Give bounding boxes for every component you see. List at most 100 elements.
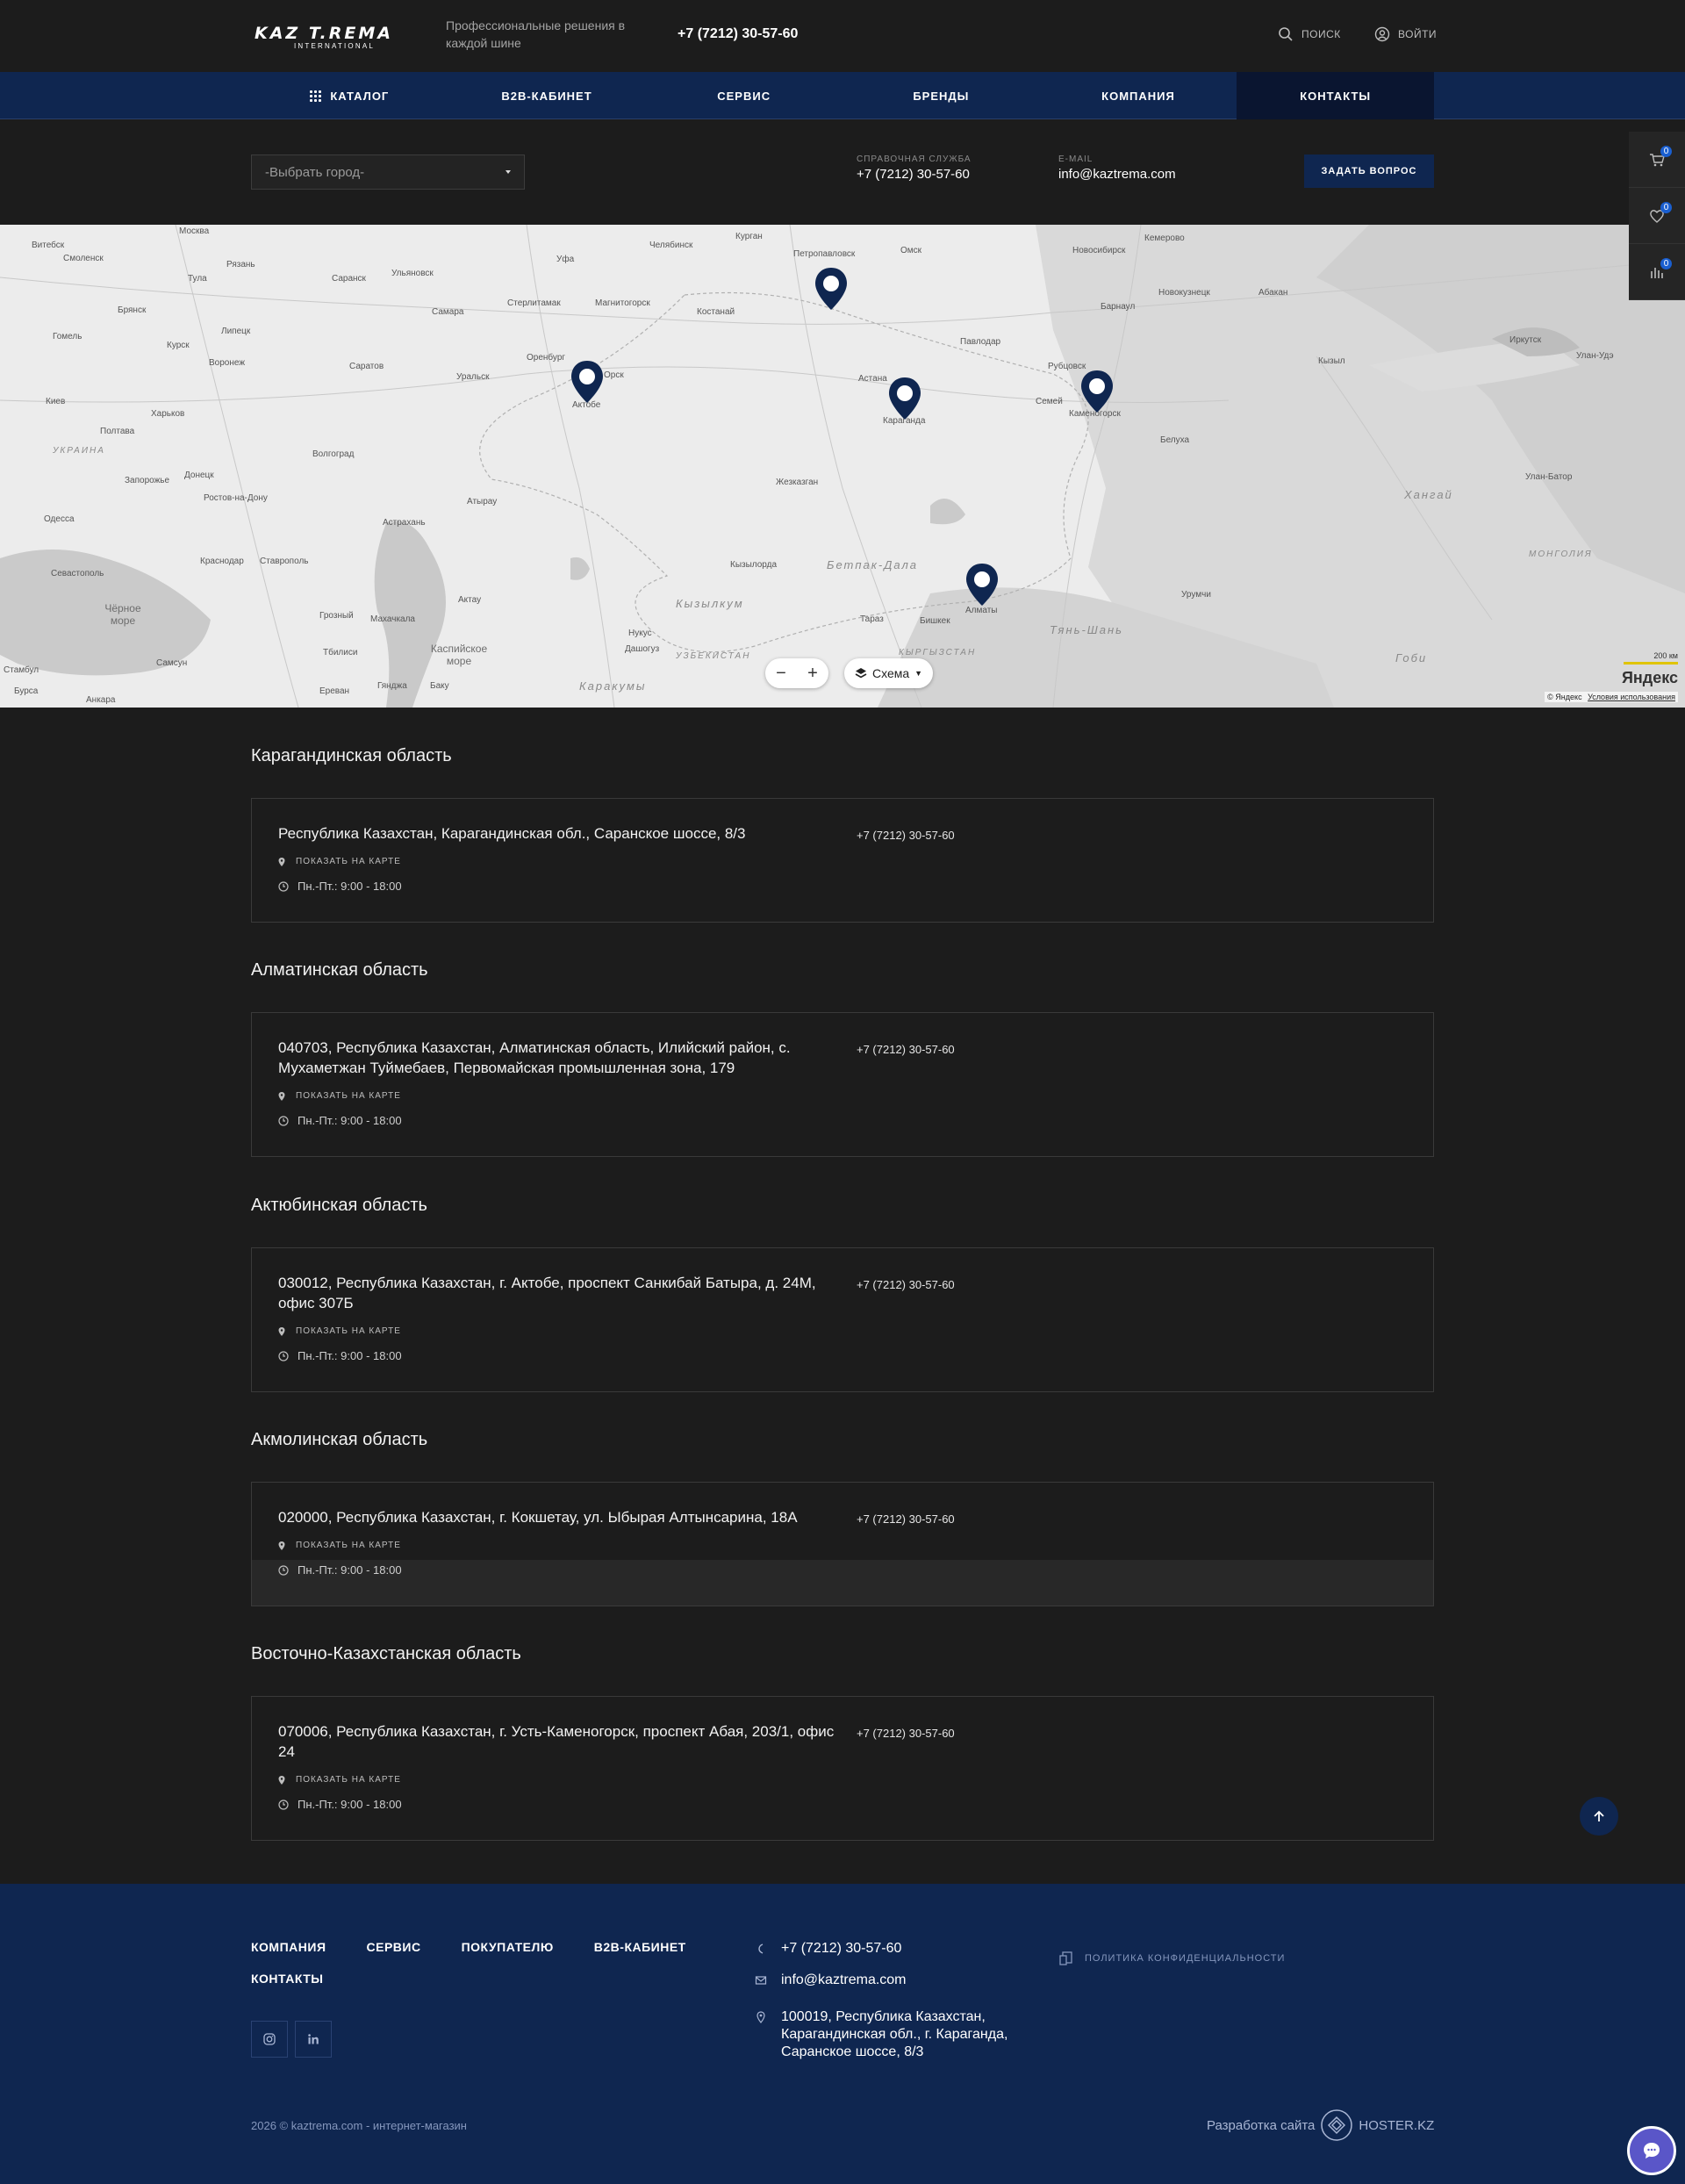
map-city-label: Новокузнецк	[1158, 288, 1210, 298]
scroll-to-top-button[interactable]	[1580, 1797, 1618, 1836]
map-layer-button[interactable]: Схема ▼	[844, 658, 934, 688]
map-city-label: Новосибирск	[1072, 246, 1126, 255]
show-on-map-link[interactable]: ПОКАЗАТЬ НА КАРТЕ	[278, 1775, 401, 1785]
login-button[interactable]: войти	[1374, 26, 1437, 42]
map-pin-aktobe[interactable]	[569, 359, 606, 405]
location-address: 070006, Республика Казахстан, г. Усть-Ка…	[278, 1723, 835, 1760]
show-on-map-link[interactable]: ПОКАЗАТЬ НА КАРТЕ	[278, 1541, 401, 1550]
map-city-label: Бишкек	[920, 616, 950, 626]
map-city-label: Ульяновск	[391, 269, 434, 278]
map-pin-karaganda[interactable]	[886, 376, 923, 421]
nav-item-service[interactable]: СЕРВИС	[645, 72, 842, 119]
map-city-label: Атырау	[467, 497, 498, 506]
privacy-policy-link[interactable]: ПОЛИТИКА КОНФИДЕНЦИАЛЬНОСТИ	[1058, 1951, 1285, 1966]
zoom-in-button[interactable]: +	[797, 658, 828, 688]
clock-icon	[278, 880, 289, 892]
footer-nav-item[interactable]: КОНТАКТЫ	[251, 1972, 323, 1986]
footer-nav-item[interactable]: КОМПАНИЯ	[251, 1940, 326, 1954]
map-city-label: Липецк	[221, 327, 251, 336]
location-hours-text: Пн.-Пт.: 9:00 - 18:00	[298, 1114, 402, 1127]
footer-nav-item[interactable]: B2B-КАБИНЕТ	[594, 1940, 686, 1954]
clock-icon	[278, 1350, 289, 1361]
map-city-label: Костанай	[697, 307, 735, 317]
map-city-label: Ставрополь	[260, 557, 309, 566]
help-service-phone[interactable]: +7 (7212) 30-57-60	[857, 167, 972, 182]
map-city-label: Астрахань	[383, 518, 426, 528]
map-city-label: Дашогуз	[625, 644, 660, 654]
region-title: Актюбинская область	[251, 1196, 427, 1215]
login-label: войти	[1398, 28, 1438, 40]
map-terms-link[interactable]: Условия использования	[1588, 693, 1675, 701]
map-city-label: Астана	[858, 374, 887, 384]
location-phone[interactable]: +7 (7212) 30-57-60	[857, 1278, 955, 1291]
location-phone[interactable]: +7 (7212) 30-57-60	[857, 1727, 955, 1740]
map[interactable]: Витебск Смоленск Москва Рязань Тула Брян…	[0, 225, 1685, 708]
map-region-label: Гоби	[1395, 651, 1428, 665]
show-on-map-label: ПОКАЗАТЬ НА КАРТЕ	[296, 1091, 401, 1101]
map-city-label: Донецк	[184, 471, 214, 480]
map-city-label: Смоленск	[63, 254, 104, 263]
city-select[interactable]: -Выбрать город-	[251, 154, 525, 190]
help-service: СПРАВОЧНАЯ СЛУЖБА +7 (7212) 30-57-60	[857, 154, 972, 182]
map-city-label: Стамбул	[4, 665, 39, 675]
nav-item-contacts[interactable]: КОНТАКТЫ	[1237, 72, 1435, 119]
nav-item-b2b[interactable]: B2B-КАБИНЕТ	[448, 72, 646, 119]
ask-question-button[interactable]: ЗАДАТЬ ВОПРОС	[1304, 154, 1434, 188]
main-nav: КАТАЛОГ B2B-КАБИНЕТ СЕРВИС БРЕНДЫ КОМПАН…	[0, 72, 1685, 119]
map-city-label: Нукус	[628, 629, 652, 638]
document-icon	[1059, 1951, 1072, 1965]
nav-item-company[interactable]: КОМПАНИЯ	[1040, 72, 1237, 119]
map-zoom-control: − +	[765, 658, 828, 688]
email-value[interactable]: info@kaztrema.com	[1058, 167, 1176, 182]
map-city-label: Барнаул	[1101, 302, 1136, 312]
map-pin-ust-kamenogorsk[interactable]	[1079, 369, 1115, 414]
nav-item-catalog[interactable]: КАТАЛОГ	[251, 72, 448, 119]
show-on-map-link[interactable]: ПОКАЗАТЬ НА КАРТЕ	[278, 857, 401, 866]
map-city-label: Улан-Удэ	[1576, 351, 1614, 361]
location-address: 030012, Республика Казахстан, г. Актобе,…	[278, 1275, 816, 1311]
map-city-label: Краснодар	[200, 557, 244, 566]
copyright: 2026 © kaztrema.com - интернет-магазин	[251, 2119, 467, 2132]
footer-phone[interactable]: +7 (7212) 30-57-60	[755, 1940, 901, 1958]
linkedin-link[interactable]	[295, 2021, 332, 2058]
favorites-button[interactable]: 0	[1629, 188, 1685, 244]
header-phone[interactable]: +7 (7212) 30-57-60	[678, 26, 798, 42]
instagram-link[interactable]	[251, 2021, 288, 2058]
map-city-label: Челябинск	[649, 241, 693, 250]
footer-nav-item[interactable]: СЕРВИС	[367, 1940, 421, 1954]
compare-button[interactable]: 0	[1629, 244, 1685, 300]
social-links	[251, 2021, 332, 2058]
map-region-label: УЗБЕКИСТАН	[676, 651, 751, 661]
cart-button[interactable]: 0	[1629, 132, 1685, 188]
developer-credit[interactable]: Разработка сайта HOSTER.KZ	[1207, 2109, 1434, 2142]
logo[interactable]: KAZ T.REMA INTERNATIONAL	[255, 24, 414, 50]
logo-text: KAZ T.REMA	[255, 24, 393, 43]
chat-button[interactable]	[1627, 2126, 1676, 2175]
location-phone[interactable]: +7 (7212) 30-57-60	[857, 1043, 955, 1056]
footer-nav-item[interactable]: ПОКУПАТЕЛЮ	[462, 1940, 554, 1954]
show-on-map-link[interactable]: ПОКАЗАТЬ НА КАРТЕ	[278, 1091, 401, 1101]
map-sea-label: Чёрное море	[104, 602, 141, 627]
contact-bar: -Выбрать город- СПРАВОЧНАЯ СЛУЖБА +7 (72…	[0, 119, 1685, 225]
nav-item-brands[interactable]: БРЕНДЫ	[842, 72, 1040, 119]
map-city-label: Урумчи	[1181, 590, 1211, 600]
footer-email[interactable]: info@kaztrema.com	[755, 1972, 907, 1989]
map-city-label: Кызыл	[1318, 356, 1345, 366]
search-button[interactable]: поиск	[1278, 26, 1341, 42]
map-city-label: Полтава	[100, 427, 135, 436]
map-pin-petropavlovsk[interactable]	[813, 266, 850, 312]
zoom-out-button[interactable]: −	[765, 658, 797, 688]
card-hover-highlight	[252, 1560, 1433, 1606]
location-hours-text: Пн.-Пт.: 9:00 - 18:00	[298, 1349, 402, 1362]
map-scale-label: 200 км	[1653, 651, 1678, 660]
map-city-label: Грозный	[319, 611, 354, 621]
city-select-value: -Выбрать город-	[265, 164, 365, 180]
location-phone[interactable]: +7 (7212) 30-57-60	[857, 1512, 955, 1526]
map-pin-almaty[interactable]	[964, 562, 1000, 607]
footer-address-text: 100019, Республика Казахстан, Карагандин…	[781, 2009, 1008, 2059]
map-city-label: Махачкала	[370, 614, 415, 624]
location-address: Республика Казахстан, Карагандинская обл…	[278, 825, 746, 842]
show-on-map-link[interactable]: ПОКАЗАТЬ НА КАРТЕ	[278, 1326, 401, 1336]
location-phone[interactable]: +7 (7212) 30-57-60	[857, 829, 955, 842]
yandex-logo: Яндекс	[1622, 669, 1678, 687]
